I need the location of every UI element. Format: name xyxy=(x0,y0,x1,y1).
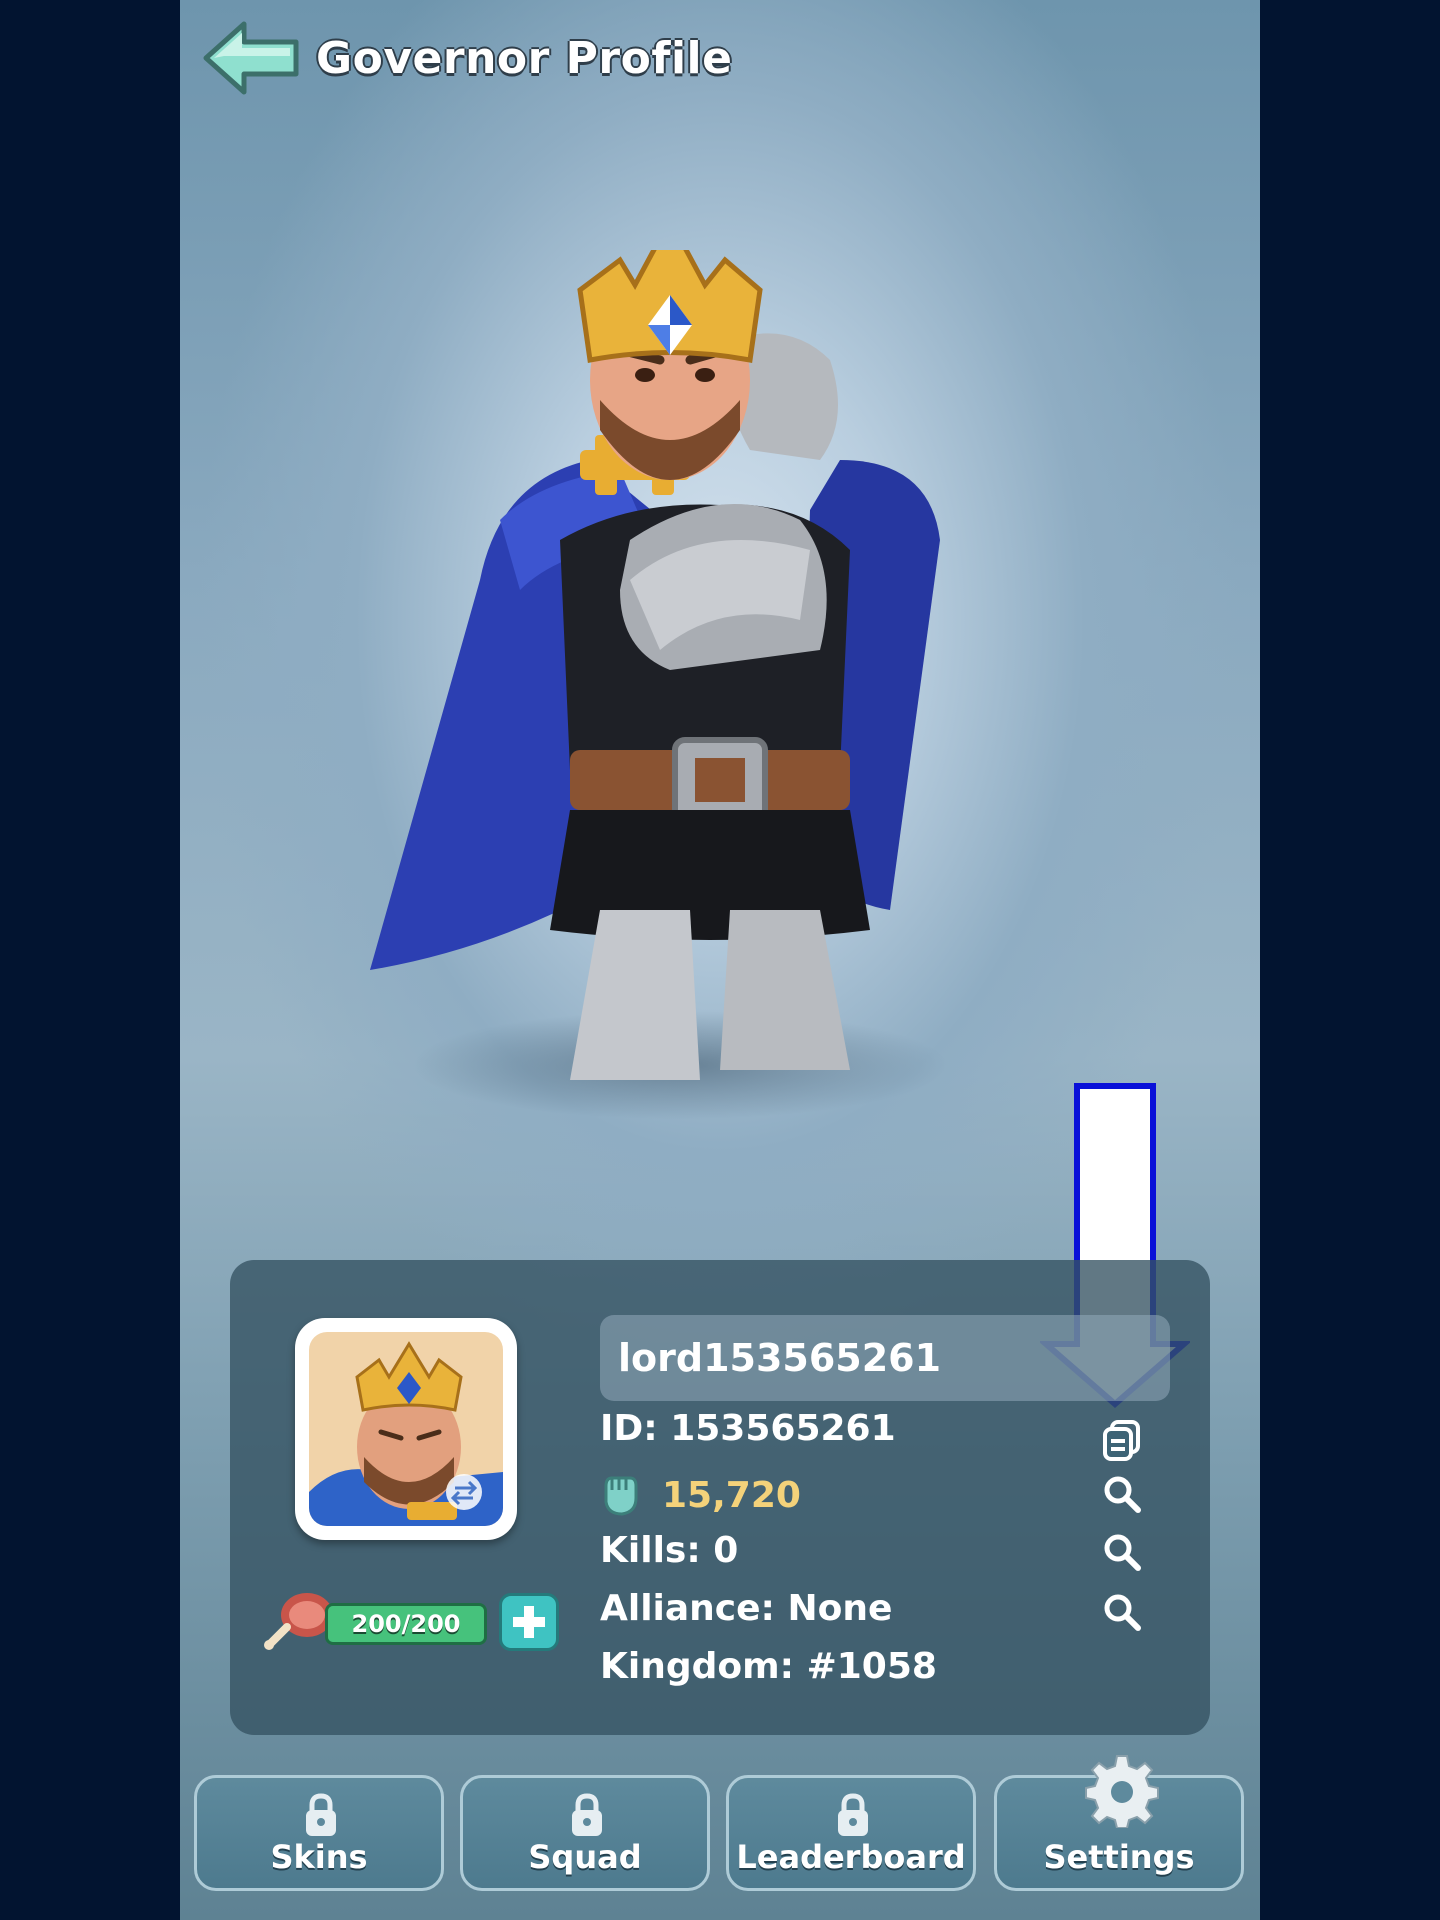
stamina-widget: 200/200 xyxy=(263,1585,563,1655)
governor-name: lord153565261 xyxy=(618,1336,942,1380)
governor-portrait-icon xyxy=(309,1332,503,1526)
copy-id-icon[interactable] xyxy=(1100,1418,1144,1462)
add-stamina-button[interactable] xyxy=(499,1593,559,1651)
game-screen: Governor Profile 200/200 lord153565261 I… xyxy=(180,0,1260,1920)
lock-icon xyxy=(572,1793,602,1836)
search-kingdom-icon[interactable] xyxy=(1100,1590,1144,1634)
tab-settings-label: Settings xyxy=(1043,1838,1195,1876)
power-value: 15,720 xyxy=(662,1474,801,1516)
tab-leaderboard[interactable]: Leaderboard xyxy=(726,1775,976,1891)
stamina-text: 200/200 xyxy=(351,1610,461,1638)
avatar[interactable] xyxy=(295,1318,517,1540)
page-title: Governor Profile xyxy=(316,32,733,84)
power-row: 15,720 xyxy=(600,1472,801,1518)
lock-icon xyxy=(838,1793,868,1836)
search-kills-icon[interactable] xyxy=(1100,1472,1144,1516)
tab-squad-label: Squad xyxy=(528,1838,642,1876)
kingdom-stat: Kingdom: #1058 xyxy=(600,1646,937,1687)
gear-icon xyxy=(1085,1755,1159,1828)
governor-name-field[interactable]: lord153565261 xyxy=(600,1315,1170,1401)
governor-id: ID: 153565261 xyxy=(600,1408,896,1449)
back-arrow-icon[interactable] xyxy=(200,18,304,98)
alliance-stat: Alliance: None xyxy=(600,1588,893,1629)
bottom-tab-bar: Skins Squad Leaderboard Settings xyxy=(194,1755,1246,1893)
fist-power-icon xyxy=(604,1476,638,1516)
tab-leaderboard-label: Leaderboard xyxy=(736,1838,966,1876)
profile-info-panel: 200/200 lord153565261 ID: 153565261 15,7… xyxy=(230,1260,1210,1735)
tab-skins[interactable]: Skins xyxy=(194,1775,444,1891)
search-alliance-icon[interactable] xyxy=(1100,1530,1144,1574)
header: Governor Profile xyxy=(200,18,732,98)
tab-settings[interactable]: Settings xyxy=(994,1755,1244,1891)
stamina-bar: 200/200 xyxy=(325,1603,487,1645)
avatar-portrait xyxy=(309,1332,503,1526)
kills-stat: Kills: 0 xyxy=(600,1530,739,1571)
tab-squad[interactable]: Squad xyxy=(460,1775,710,1891)
lock-icon xyxy=(306,1793,336,1836)
tab-skins-label: Skins xyxy=(270,1838,368,1876)
governor-character-model xyxy=(370,250,940,1080)
plus-icon xyxy=(513,1606,545,1638)
